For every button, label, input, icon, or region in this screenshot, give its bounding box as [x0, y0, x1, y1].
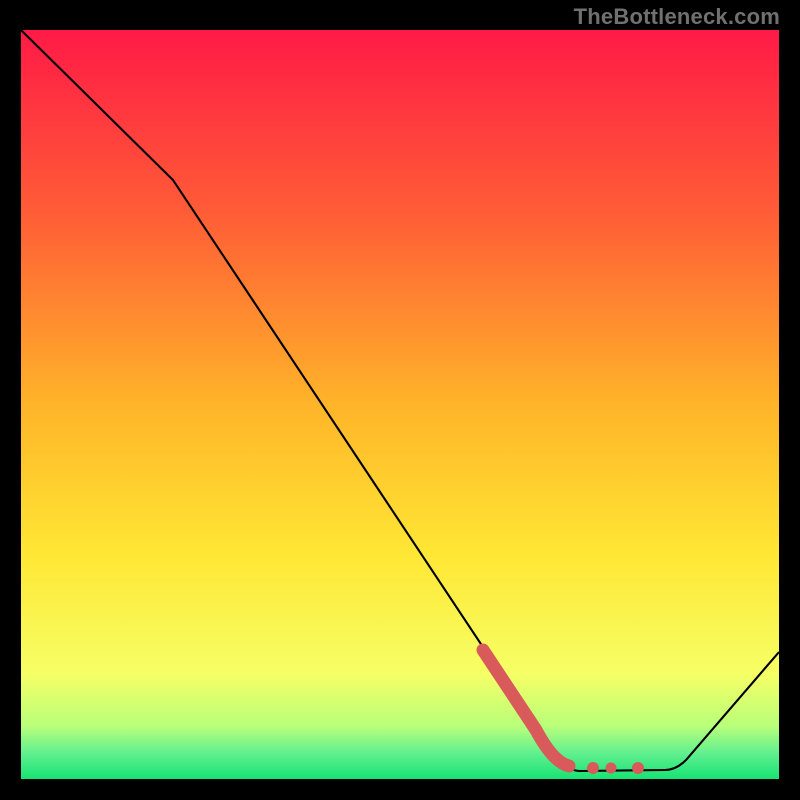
highlight-dot — [606, 763, 617, 774]
highlight-dot — [587, 762, 599, 774]
plot-svg — [21, 30, 779, 779]
highlight-dot — [632, 762, 644, 774]
chart-frame: TheBottleneck.com — [0, 0, 800, 800]
watermark-label: TheBottleneck.com — [574, 4, 780, 30]
plot-area — [21, 30, 779, 779]
